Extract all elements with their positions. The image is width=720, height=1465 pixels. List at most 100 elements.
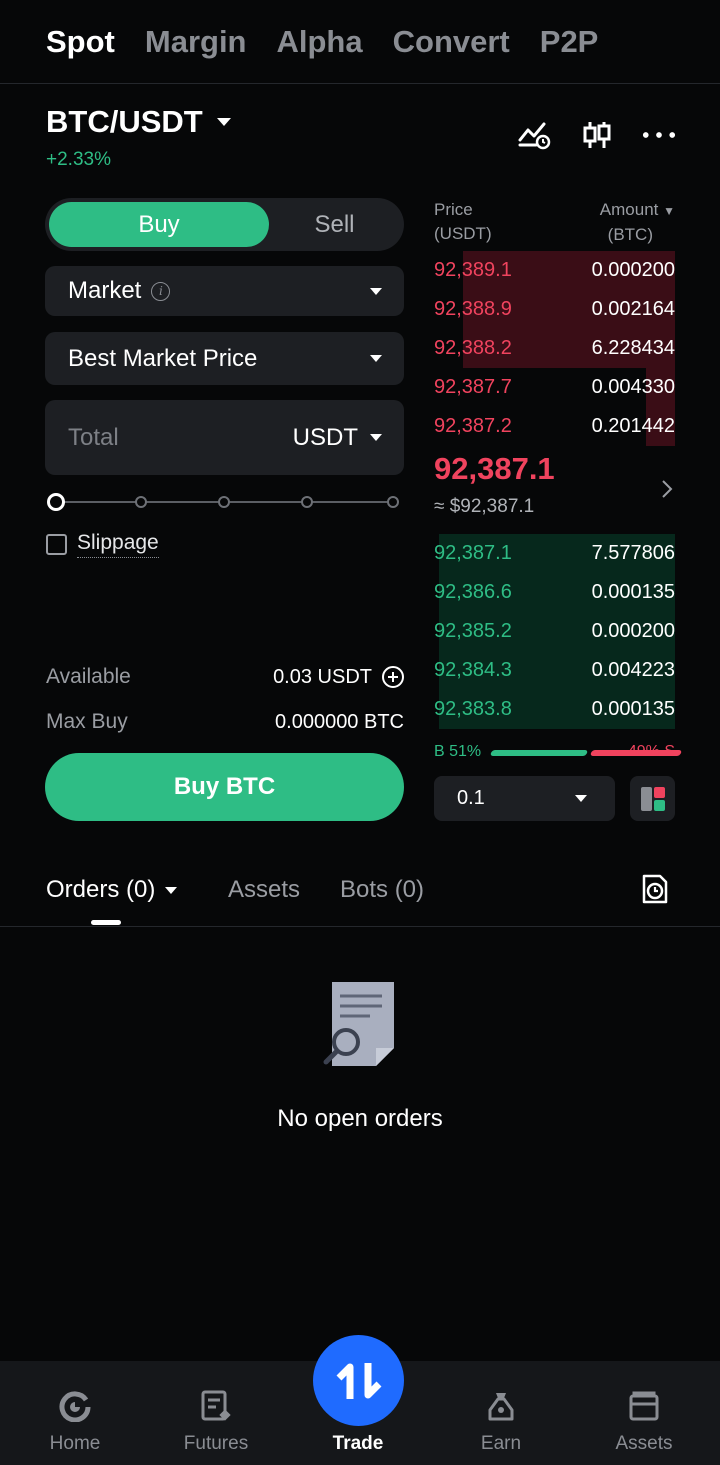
- slider-step-75[interactable]: [301, 496, 313, 508]
- tab-assets[interactable]: Assets: [228, 876, 300, 904]
- empty-orders-text: No open orders: [277, 1105, 443, 1132]
- bid-row[interactable]: 92,383.8 0.000135: [434, 690, 675, 729]
- max-buy-value: 0.000000 BTC: [275, 710, 404, 733]
- more-icon[interactable]: [642, 118, 676, 152]
- tab-margin[interactable]: Margin: [145, 26, 247, 57]
- nav-assets[interactable]: Assets: [572, 1361, 716, 1465]
- chevron-down-icon: [165, 886, 178, 894]
- candlestick-chart-icon[interactable]: [580, 118, 614, 152]
- order-type-select[interactable]: Market i: [45, 266, 404, 316]
- ask-row[interactable]: 92,388.9 0.002164: [434, 290, 675, 329]
- buy-sell-ratio: B 51% 49% S: [434, 743, 683, 763]
- tab-orders[interactable]: Orders (0): [46, 876, 178, 904]
- row-amount: 0.201442: [591, 415, 675, 437]
- slippage-label: Slippage: [77, 531, 159, 558]
- buy-tab[interactable]: Buy: [49, 202, 269, 247]
- amount-header-label: Amount: [599, 200, 659, 219]
- active-tab-indicator: [91, 920, 121, 925]
- bid-row[interactable]: 92,384.3 0.004223: [434, 651, 675, 690]
- row-amount: 0.004223: [591, 659, 675, 681]
- max-buy-label: Max Buy: [46, 710, 128, 733]
- side-toggle: Buy Sell: [45, 198, 404, 251]
- row-amount: 0.004330: [591, 376, 675, 398]
- row-price: 92,387.1: [434, 542, 512, 564]
- tab-orders-label: Orders (0): [46, 876, 156, 903]
- ask-row[interactable]: 92,387.7 0.004330: [434, 368, 675, 407]
- nav-trade-label: Trade: [332, 1433, 384, 1454]
- slippage-option[interactable]: Slippage: [46, 531, 159, 558]
- tab-bots[interactable]: Bots (0): [340, 876, 424, 904]
- price-header-unit: (USDT): [434, 224, 492, 243]
- chevron-down-icon: [370, 287, 382, 295]
- bid-row[interactable]: 92,387.1 7.577806: [434, 534, 675, 573]
- row-price: 92,387.2: [434, 415, 512, 437]
- amount-header[interactable]: Amount ▼ (BTC): [600, 198, 675, 247]
- row-amount: 0.000135: [591, 581, 675, 603]
- max-buy-row: Max Buy 0.000000 BTC: [46, 710, 404, 734]
- tab-spot[interactable]: Spot: [46, 26, 115, 57]
- last-price: 92,387.1: [434, 451, 555, 486]
- orders-tabs: Orders (0) Assets Bots (0): [0, 862, 720, 927]
- buy-ratio-label: B 51%: [434, 743, 482, 760]
- empty-orders-icon: [323, 982, 394, 1066]
- ask-row[interactable]: 92,388.2 6.228434: [434, 329, 675, 368]
- total-unit-select[interactable]: USDT: [293, 424, 382, 452]
- price-header: Price: [434, 200, 473, 219]
- row-amount: 0.000200: [591, 620, 675, 642]
- chevron-down-icon: [370, 434, 382, 441]
- nav-home[interactable]: Home: [3, 1361, 147, 1465]
- slider-step-100[interactable]: [387, 496, 399, 508]
- ask-row[interactable]: 92,387.2 0.201442: [434, 407, 675, 446]
- slider-handle[interactable]: [47, 493, 65, 511]
- available-label: Available: [46, 665, 131, 688]
- nav-assets-label: Assets: [615, 1433, 673, 1454]
- row-price: 92,385.2: [434, 620, 512, 642]
- last-price-usd: ≈ $92,387.1: [434, 496, 535, 517]
- slider-step-50[interactable]: [218, 496, 230, 508]
- buy-btc-button[interactable]: Buy BTC: [45, 753, 404, 821]
- slippage-checkbox[interactable]: [46, 534, 67, 555]
- price-mode-select[interactable]: Best Market Price: [45, 332, 404, 385]
- total-unit: USDT: [292, 423, 358, 451]
- tab-p2p[interactable]: P2P: [540, 26, 599, 57]
- book-layout-button[interactable]: [630, 776, 675, 821]
- bid-row[interactable]: 92,385.2 0.000200: [434, 612, 675, 651]
- buy-ratio-bar: [489, 750, 589, 756]
- nav-earn-label: Earn: [480, 1433, 522, 1454]
- home-icon: [58, 1389, 92, 1423]
- nav-futures[interactable]: Futures: [144, 1361, 288, 1465]
- price-mode-label: Best Market Price: [68, 344, 258, 372]
- order-book-header: Price (USDT) Amount ▼ (BTC): [434, 198, 675, 247]
- tab-alpha[interactable]: Alpha: [277, 26, 363, 57]
- slider-step-25[interactable]: [135, 496, 147, 508]
- row-price: 92,387.7: [434, 376, 512, 398]
- amount-slider[interactable]: [47, 492, 399, 512]
- order-type-label: Market: [68, 277, 142, 304]
- chevron-right-icon[interactable]: [660, 478, 674, 500]
- layout-icon: [640, 786, 665, 811]
- sell-tab[interactable]: Sell: [269, 202, 400, 247]
- nav-futures-label: Futures: [183, 1433, 249, 1454]
- trade-button[interactable]: [313, 1335, 404, 1426]
- nav-earn[interactable]: Earn: [429, 1361, 573, 1465]
- precision-select[interactable]: 0.1: [434, 776, 615, 821]
- tab-convert[interactable]: Convert: [393, 26, 510, 57]
- precision-value: 0.1: [457, 787, 485, 809]
- order-history-icon[interactable]: [640, 873, 670, 905]
- add-funds-icon[interactable]: [382, 666, 404, 688]
- total-input[interactable]: Total USDT: [45, 400, 404, 475]
- top-tabs: Spot Margin Alpha Convert P2P: [0, 0, 720, 84]
- available-value: 0.03 USDT: [273, 665, 372, 688]
- info-icon[interactable]: i: [151, 281, 171, 301]
- wallet-icon: [627, 1389, 661, 1423]
- bid-row[interactable]: 92,386.6 0.000135: [434, 573, 675, 612]
- ask-row[interactable]: 92,389.1 0.000200: [434, 251, 675, 290]
- futures-icon: [199, 1389, 233, 1423]
- row-price: 92,388.9: [434, 298, 512, 320]
- row-price: 92,384.3: [434, 659, 512, 681]
- total-placeholder: Total: [68, 423, 119, 451]
- price-alert-icon[interactable]: [518, 118, 552, 152]
- pair-change: +2.33%: [46, 149, 111, 170]
- pair-selector[interactable]: BTC/USDT: [46, 104, 231, 140]
- caret-down-icon: ▼: [663, 204, 675, 218]
